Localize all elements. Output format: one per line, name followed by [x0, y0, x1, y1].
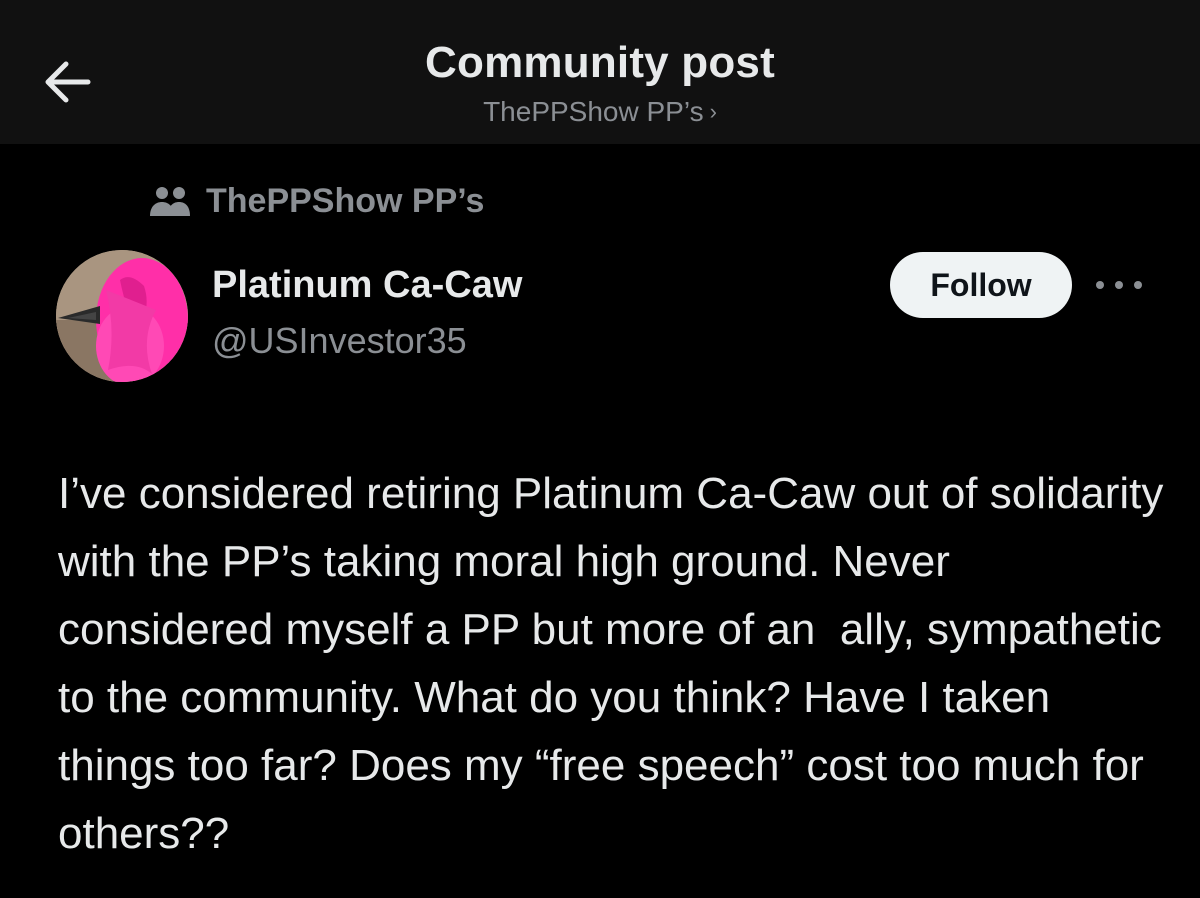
follow-button[interactable]: Follow	[890, 252, 1072, 318]
top-bar: Community post ThePPShow PP’s ›	[0, 0, 1200, 144]
author-display-name[interactable]: Platinum Ca-Caw	[212, 264, 522, 307]
more-horizontal-icon	[1115, 281, 1123, 289]
more-horizontal-icon	[1134, 281, 1142, 289]
community-name: ThePPShow PP’s	[206, 182, 485, 220]
chevron-right-icon: ›	[709, 99, 717, 124]
author-handle[interactable]: @USInvestor35	[212, 320, 467, 362]
community-tag[interactable]: ThePPShow PP’s	[148, 182, 484, 221]
community-link[interactable]: ThePPShow PP’s ›	[0, 96, 1200, 128]
avatar[interactable]	[56, 250, 188, 382]
more-horizontal-icon	[1096, 281, 1104, 289]
post-body: I’ve considered retiring Platinum Ca-Caw…	[58, 469, 1176, 858]
more-options-button[interactable]	[1096, 270, 1142, 300]
community-link-label: ThePPShow PP’s	[483, 96, 704, 127]
community-people-icon	[150, 186, 190, 216]
page-title: Community post	[425, 38, 775, 87]
avatar-image	[56, 250, 188, 382]
